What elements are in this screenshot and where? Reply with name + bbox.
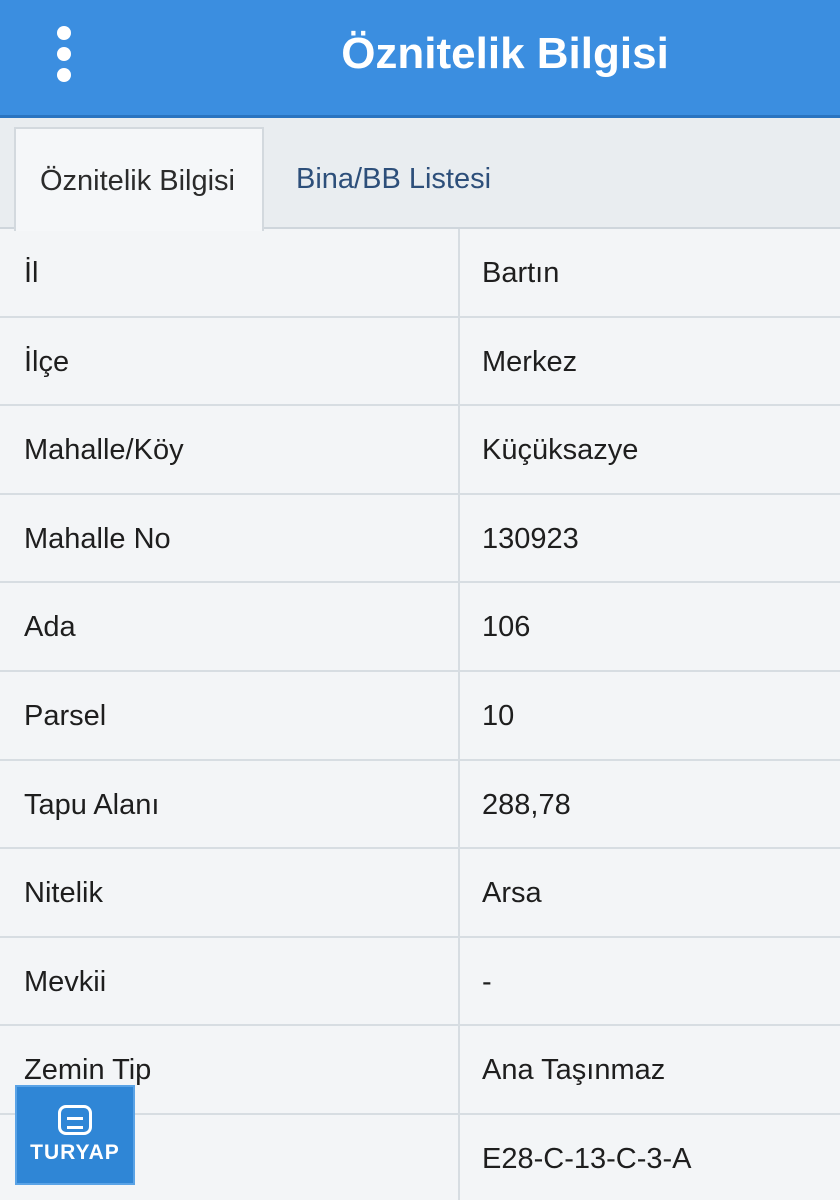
tab-bar: Öznitelik Bilgisi Bina/BB Listesi <box>0 121 840 231</box>
tab-oznitelik-bilgisi[interactable]: Öznitelik Bilgisi <box>14 127 264 231</box>
row-value: Bartın <box>482 257 560 289</box>
row-value: - <box>482 965 492 998</box>
row-key: İlçe <box>0 317 460 405</box>
app-bar: Öznitelik Bilgisi <box>0 0 840 118</box>
row-key: Mevkii <box>0 937 460 1025</box>
table-row: Mahalle/Köy Küçüksazye <box>0 406 840 495</box>
row-value: Merkez <box>482 345 578 378</box>
table-row: Parsel 10 <box>0 671 840 761</box>
row-key: Ada <box>0 583 460 670</box>
menu-dot <box>57 26 71 40</box>
row-value: Arsa <box>482 877 542 910</box>
more-vertical-icon[interactable] <box>44 26 84 82</box>
row-value: Küçüksazye <box>482 434 639 467</box>
table-row: Tapu Alanı 288,78 <box>0 760 840 850</box>
attribute-table: İl Bartın İlçe Merkez Mahalle/Köy Küçüks… <box>0 229 840 1200</box>
table-row: Ada 106 <box>0 583 840 672</box>
row-key: Nitelik <box>0 849 460 936</box>
row-value: 10 <box>482 699 515 732</box>
row-value: 130923 <box>482 522 579 555</box>
menu-dot <box>57 47 71 61</box>
row-value: Ana Taşınmaz <box>482 1054 666 1087</box>
row-key: Mahalle No <box>0 494 460 582</box>
menu-dot <box>57 68 71 82</box>
table-row: İl Bartın <box>0 229 840 318</box>
turyap-logo: TURYAP <box>15 1085 135 1185</box>
tab-bina-bb-listesi[interactable]: Bina/BB Listesi <box>272 127 515 231</box>
table-row: Nitelik Arsa <box>0 849 840 938</box>
logo-text: TURYAP <box>30 1141 120 1164</box>
table-row: Mahalle No 130923 <box>0 494 840 584</box>
page-title: Öznitelik Bilgisi <box>341 29 669 78</box>
row-value: E28-C-13-C-3-A <box>482 1142 692 1175</box>
table-row: Mevkii - <box>0 937 840 1027</box>
row-key: Parsel <box>0 671 460 759</box>
row-key: Mahalle/Köy <box>0 406 460 493</box>
table-row: İlçe Merkez <box>0 317 840 407</box>
row-value: 288,78 <box>482 788 571 821</box>
row-key: İl <box>0 229 460 316</box>
handshake-icon <box>58 1105 92 1135</box>
row-value: 106 <box>482 611 531 644</box>
row-key: Tapu Alanı <box>0 760 460 848</box>
